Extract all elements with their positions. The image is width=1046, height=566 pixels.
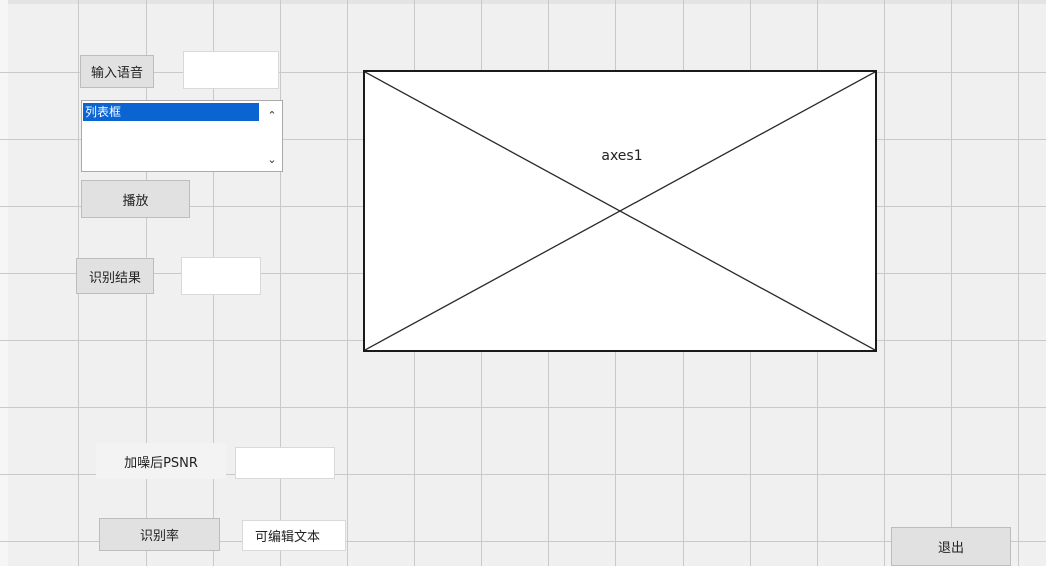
listbox-selected-item[interactable]: 列表框 (83, 103, 259, 121)
scroll-up-icon[interactable]: ⌃ (262, 105, 282, 125)
grid-line (1018, 0, 1019, 566)
noise-psnr-field[interactable] (235, 447, 335, 479)
noise-psnr-label: 加噪后PSNR (96, 443, 226, 479)
play-button[interactable]: 播放 (81, 180, 190, 218)
grid-line (347, 0, 348, 566)
listbox-scrollbar[interactable]: ⌃ ⌄ (262, 101, 282, 171)
canvas-left-edge (0, 0, 8, 566)
audio-listbox[interactable]: 列表框 ⌃ ⌄ (81, 100, 283, 172)
editable-text-field[interactable]: 可编辑文本 (242, 520, 346, 551)
exit-button[interactable]: 退出 (891, 527, 1011, 566)
recognition-rate-button[interactable]: 识别率 (99, 518, 220, 551)
grid-line (951, 0, 952, 566)
gui-design-canvas: 输入语音 列表框 ⌃ ⌄ 播放 识别结果 axes1 加噪后PSNR 识别率 可… (0, 0, 1046, 566)
grid-line (884, 0, 885, 566)
scroll-down-icon[interactable]: ⌄ (262, 149, 282, 169)
axes-label: axes1 (601, 148, 643, 164)
canvas-top-edge (0, 0, 1046, 4)
axes-placeholder-cross (365, 72, 875, 350)
input-voice-button[interactable]: 输入语音 (80, 55, 154, 88)
grid-line (0, 407, 1046, 408)
recognition-result-field[interactable] (181, 257, 261, 295)
input-voice-field[interactable] (183, 51, 279, 89)
grid-line (280, 0, 281, 566)
axes1-plot: axes1 (363, 70, 877, 352)
recognition-result-button[interactable]: 识别结果 (76, 258, 154, 294)
